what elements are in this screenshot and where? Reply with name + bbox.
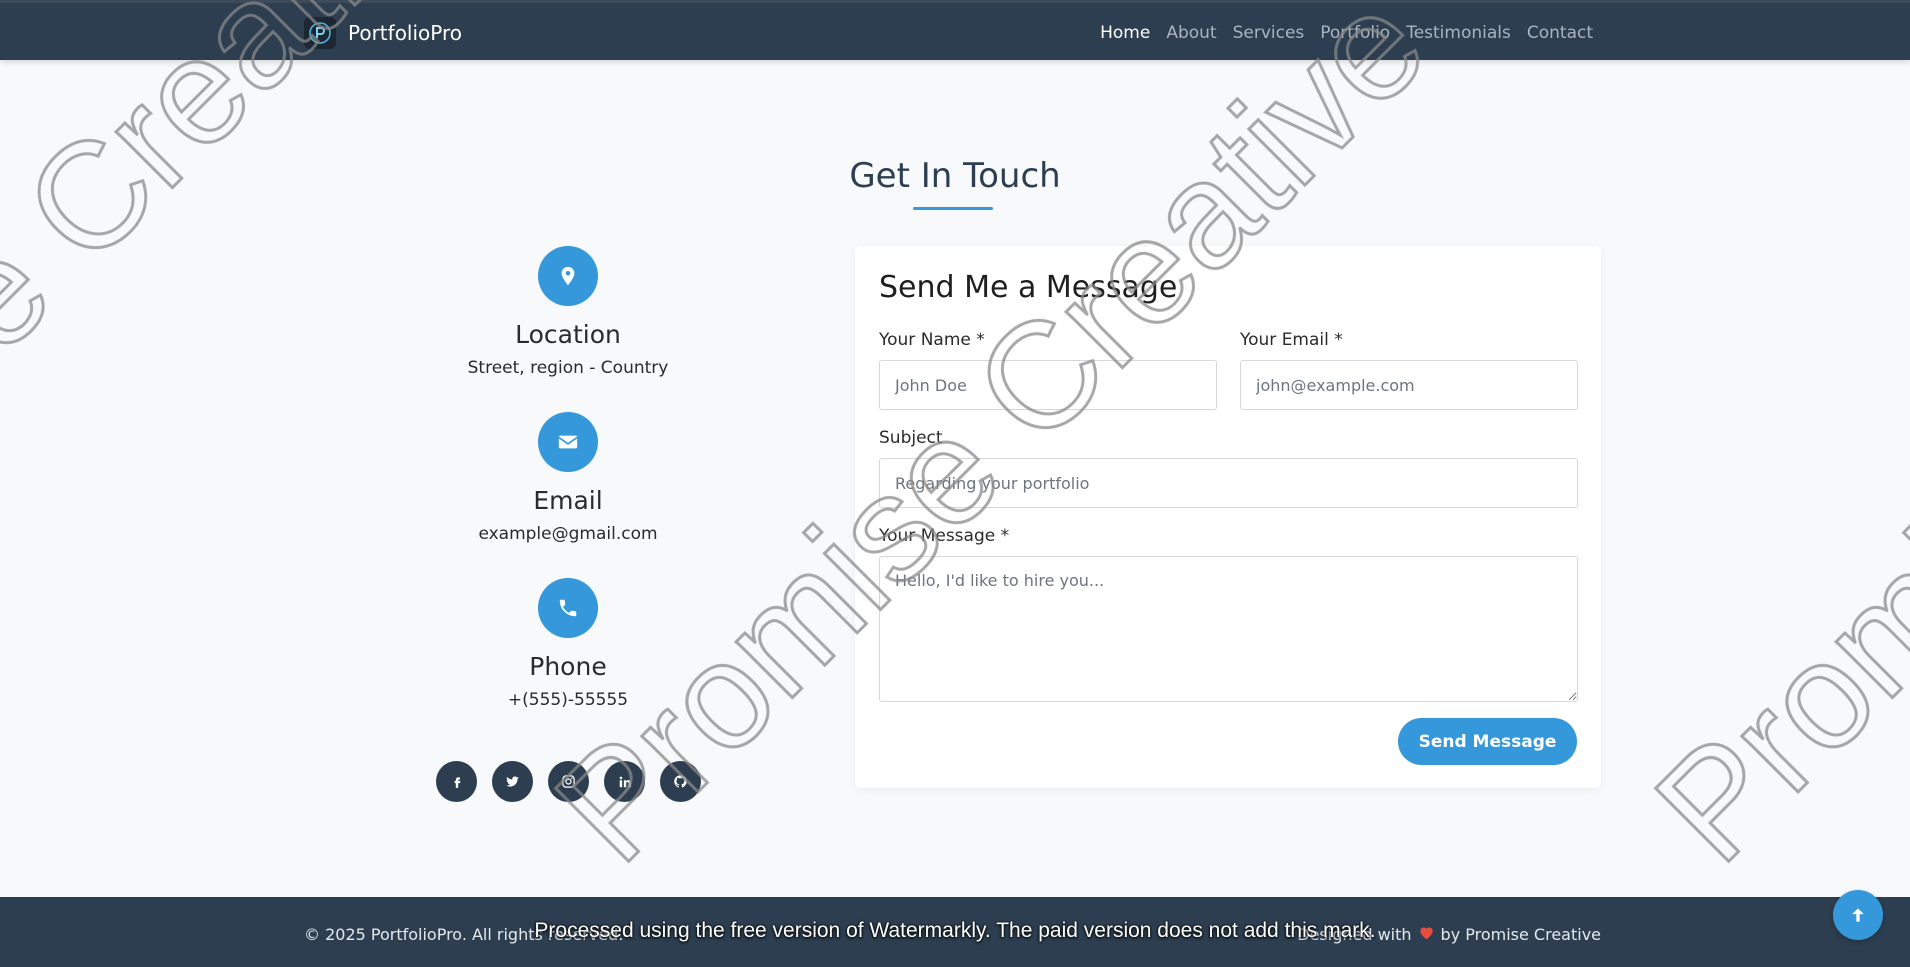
map-pin-icon — [538, 246, 598, 306]
location-title: Location — [515, 320, 621, 349]
envelope-icon — [538, 412, 598, 472]
title-underline — [913, 207, 993, 210]
send-message-button[interactable]: Send Message — [1398, 718, 1577, 765]
watermark-notice: Processed using the free version of Wate… — [534, 919, 1376, 942]
email-input[interactable] — [1240, 360, 1578, 410]
linkedin-icon[interactable] — [604, 761, 645, 802]
name-input[interactable] — [879, 360, 1217, 410]
nav-link-home[interactable]: Home — [1100, 23, 1150, 43]
message-textarea[interactable] — [879, 556, 1578, 702]
brand-name: PortfolioPro — [348, 21, 463, 45]
social-links — [436, 761, 701, 802]
contact-info-email: Email example@gmail.com — [418, 412, 718, 544]
site-footer: © 2025 PortfolioPro. All rights reserved… — [0, 897, 1910, 967]
portfolio-p-logo-icon — [304, 17, 336, 49]
email-label: Your Email * — [1240, 330, 1343, 350]
nav-link-testimonials[interactable]: Testimonials — [1406, 23, 1511, 43]
github-icon[interactable] — [660, 761, 701, 802]
section-title: Get In Touch — [849, 156, 1061, 196]
subject-label: Subject — [879, 428, 943, 448]
svg-text:Promise Creative: Promise Creative — [1624, 0, 1910, 893]
contact-info-location: Location Street, region - Country — [418, 246, 718, 378]
phone-icon — [538, 578, 598, 638]
message-label: Your Message * — [879, 526, 1010, 546]
nav-link-portfolio[interactable]: Portfolio — [1320, 23, 1390, 43]
form-title: Send Me a Message — [879, 270, 1178, 305]
email-title: Email — [533, 486, 603, 515]
brand-link[interactable]: PortfolioPro — [304, 17, 462, 49]
location-value: Street, region - Country — [467, 358, 669, 378]
nav-link-about[interactable]: About — [1166, 23, 1216, 43]
top-navbar: PortfolioPro Home About Services Portfol… — [0, 0, 1910, 60]
nav-link-contact[interactable]: Contact — [1527, 23, 1593, 43]
phone-value: +(555)-55555 — [507, 690, 629, 710]
nav-link-services[interactable]: Services — [1233, 23, 1305, 43]
email-value: example@gmail.com — [478, 524, 658, 544]
nav-menu: Home About Services Portfolio Testimonia… — [1100, 23, 1593, 43]
contact-form: Send Me a Message Your Name * Your Email… — [855, 246, 1601, 788]
arrow-up-icon — [1852, 908, 1864, 922]
phone-title: Phone — [529, 652, 607, 681]
subject-input[interactable] — [879, 458, 1578, 508]
back-to-top-button[interactable] — [1833, 890, 1883, 940]
instagram-icon[interactable] — [548, 761, 589, 802]
twitter-icon[interactable] — [492, 761, 533, 802]
name-label: Your Name * — [879, 330, 985, 350]
facebook-icon[interactable] — [436, 761, 477, 802]
contact-info-phone: Phone +(555)-55555 — [418, 578, 718, 710]
